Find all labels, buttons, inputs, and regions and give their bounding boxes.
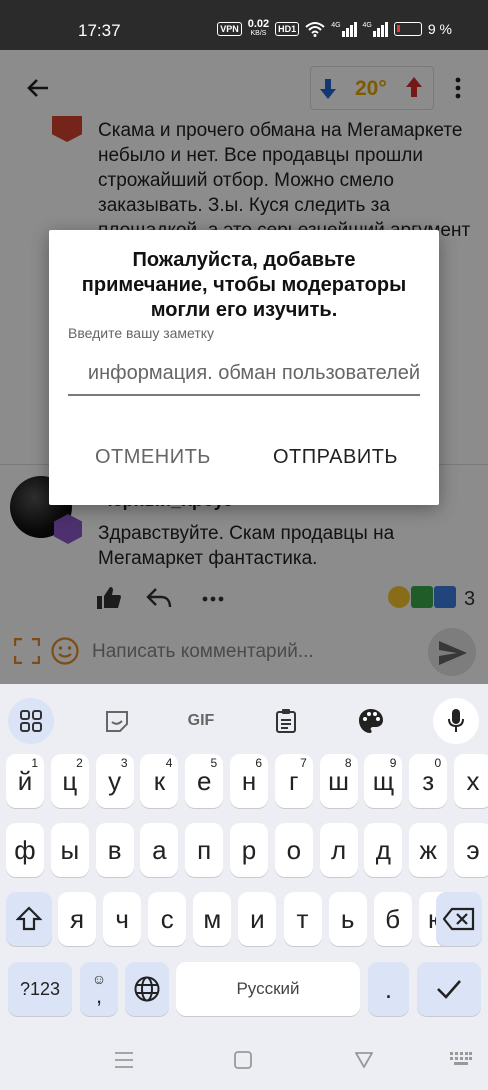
shift-key[interactable] — [6, 892, 52, 946]
key-label: ц — [62, 765, 78, 796]
cancel-button[interactable]: ОТМЕНИТЬ — [95, 446, 211, 469]
hd-icon: HD1 — [275, 22, 300, 36]
key-row3-4[interactable]: и — [238, 892, 277, 946]
key-7[interactable]: ш8 — [319, 754, 358, 808]
key-row2-9[interactable]: ж — [409, 823, 448, 877]
key-row2-3[interactable]: а — [140, 823, 179, 877]
status-bar: 17:37 VPN 0.02 KB/S HD1 4G 4G 9 % — [0, 0, 488, 50]
key-row3-3[interactable]: м — [193, 892, 232, 946]
back-triangle-icon[interactable] — [355, 1052, 373, 1068]
battery-icon — [393, 22, 422, 36]
check-icon — [437, 980, 461, 999]
key-row2-4[interactable]: п — [185, 823, 224, 877]
note-label: Введите вашу заметку — [68, 325, 215, 341]
apps-grid-icon[interactable] — [8, 698, 54, 744]
key-label: н — [241, 765, 257, 796]
submit-button[interactable]: ОТПРАВИТЬ — [273, 446, 398, 469]
dialog-title: Пожалуйста, добавьте примечание, чтобы м… — [81, 249, 407, 321]
key-label: г — [289, 765, 299, 796]
key-1[interactable]: ц2 — [50, 754, 89, 808]
system-nav-bar — [0, 1030, 488, 1090]
key-hint: 9 — [389, 756, 397, 770]
enter-key[interactable] — [417, 962, 481, 1016]
key-row2-7[interactable]: л — [319, 823, 358, 877]
gif-button[interactable]: GIF — [178, 698, 224, 744]
note-input[interactable]: информация. обман пользователей — [68, 352, 420, 396]
key-hint: 4 — [165, 756, 173, 770]
key-hint: 7 — [300, 756, 307, 770]
home-icon[interactable] — [234, 1051, 252, 1069]
key-row3-2[interactable]: с — [148, 892, 187, 946]
key-row3-1[interactable]: ч — [103, 892, 142, 946]
key-row2-1[interactable]: ы — [50, 823, 89, 877]
key-label: х — [466, 765, 480, 796]
key-6[interactable]: г7 — [274, 754, 313, 808]
key-row3-6[interactable]: ь — [328, 892, 367, 946]
key-label: ш — [328, 765, 350, 796]
key-label: з — [422, 765, 435, 796]
network-speed: 0.02 KB/S — [247, 18, 270, 38]
key-hint: 8 — [344, 756, 352, 770]
symbols-key[interactable]: ?123 — [8, 962, 72, 1016]
battery-percent: 9 % — [427, 21, 452, 37]
key-0[interactable]: й1 — [6, 754, 44, 808]
key-label: щ — [372, 765, 395, 796]
vpn-icon: VPN — [217, 22, 242, 36]
signal-icon-2: 4G — [363, 21, 388, 37]
key-10[interactable]: х — [454, 754, 488, 808]
key-8[interactable]: щ9 — [364, 754, 403, 808]
microphone-icon[interactable] — [433, 698, 479, 744]
signal-icon-1: 4G — [331, 21, 357, 37]
key-row3-0[interactable]: я — [58, 892, 96, 946]
key-row2-5[interactable]: р — [230, 823, 268, 877]
key-hint: 5 — [210, 756, 218, 770]
key-row2-0[interactable]: ф — [6, 823, 44, 877]
recents-icon[interactable] — [115, 1052, 133, 1068]
key-hint: 2 — [76, 756, 83, 770]
key-2[interactable]: у3 — [95, 754, 134, 808]
key-row3-7[interactable]: б — [373, 892, 412, 946]
key-label: к — [153, 765, 166, 796]
key-label: у — [108, 765, 122, 796]
sticker-icon[interactable] — [94, 698, 140, 744]
shift-icon — [16, 906, 42, 931]
period-key[interactable]: . — [368, 962, 409, 1016]
key-row2-6[interactable]: о — [274, 823, 313, 877]
key-row2-10[interactable]: э — [454, 823, 488, 877]
key-row3-5[interactable]: т — [283, 892, 322, 946]
wifi-icon — [305, 22, 325, 37]
key-row2-2[interactable]: в — [95, 823, 134, 877]
clipboard-icon[interactable] — [263, 698, 309, 744]
key-9[interactable]: з0 — [409, 754, 448, 808]
keyboard-hide-icon[interactable] — [450, 1052, 472, 1066]
key-hint: 0 — [434, 756, 442, 770]
key-label: е — [196, 765, 212, 796]
status-icons: VPN 0.02 KB/S HD1 4G 4G 9 % — [217, 18, 452, 38]
globe-icon — [134, 976, 160, 1002]
key-hint: 3 — [120, 756, 128, 770]
language-key[interactable] — [125, 962, 169, 1016]
key-label: й — [17, 765, 33, 796]
key-5[interactable]: н6 — [230, 754, 268, 808]
key-3[interactable]: к4 — [140, 754, 179, 808]
space-key[interactable]: Русский — [176, 962, 360, 1016]
key-4[interactable]: е5 — [185, 754, 224, 808]
report-dialog: Пожалуйста, добавьте примечание, чтобы м… — [49, 230, 439, 505]
key-hint: 6 — [255, 756, 262, 770]
backspace-key[interactable] — [436, 892, 482, 946]
palette-icon[interactable] — [348, 698, 394, 744]
status-time: 17:37 — [78, 21, 121, 40]
key-hint: 1 — [31, 756, 38, 770]
comma-key[interactable]: ☺, — [80, 962, 118, 1016]
backspace-icon — [443, 907, 475, 931]
key-row2-8[interactable]: д — [364, 823, 403, 877]
